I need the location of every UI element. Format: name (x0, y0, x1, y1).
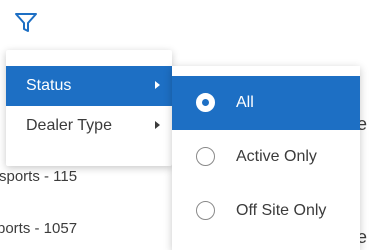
filter-button[interactable] (8, 6, 44, 42)
radio-selected-icon[interactable] (196, 93, 215, 112)
option-label: Active Only (236, 148, 317, 165)
chevron-right-icon (155, 121, 160, 129)
menu-item-label: Status (26, 77, 72, 94)
menu-item-status[interactable]: Status (6, 66, 172, 106)
status-option-all[interactable]: All (172, 76, 360, 130)
option-label: Off Site Only (236, 202, 327, 219)
filter-menu: Status Dealer Type (6, 50, 172, 166)
status-option-active-only[interactable]: Active Only (172, 130, 360, 184)
chevron-right-icon (155, 81, 160, 89)
status-option-off-site-only[interactable]: Off Site Only (172, 184, 360, 238)
filter-icon (15, 13, 37, 32)
menu-item-label: Dealer Type (26, 117, 112, 134)
list-item: ports - 1057 (0, 220, 78, 237)
filter-dropdown-screen: e rsports - 115 ports - 1057 e Status De… (0, 0, 371, 250)
radio-unselected-icon[interactable] (196, 201, 215, 220)
status-submenu: All Active Only Off Site Only (172, 66, 360, 250)
option-label: All (236, 94, 254, 111)
list-item: rsports - 115 (0, 168, 78, 185)
menu-item-dealer-type[interactable]: Dealer Type (6, 106, 172, 146)
radio-unselected-icon[interactable] (196, 147, 215, 166)
